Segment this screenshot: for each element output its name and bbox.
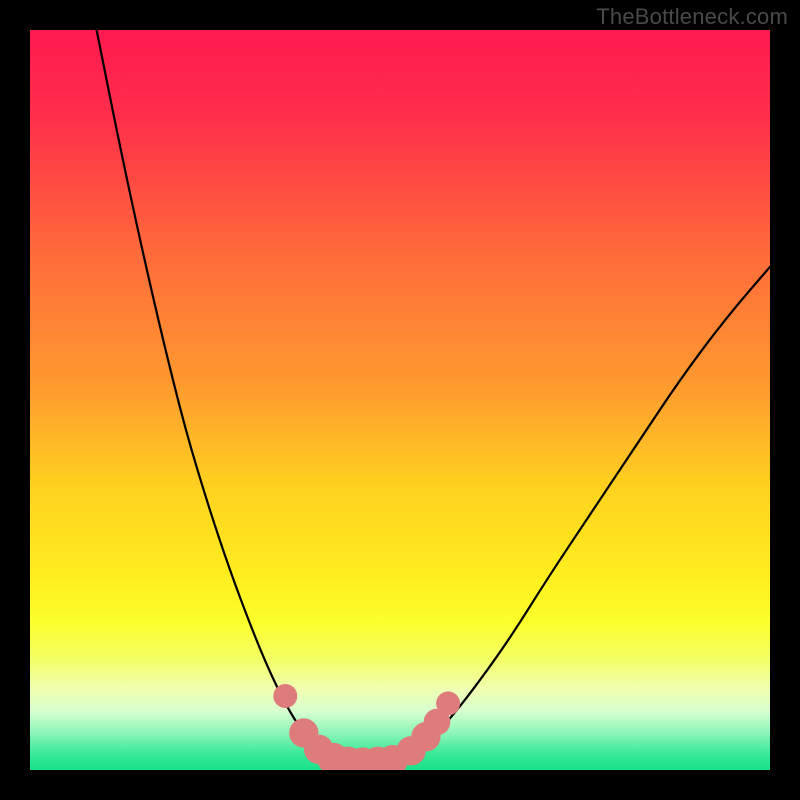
watermark-label: TheBottleneck.com xyxy=(596,4,788,30)
bottleneck-curve xyxy=(97,30,770,764)
curve-layer xyxy=(30,30,770,770)
marker-group xyxy=(273,684,460,770)
chart-frame: TheBottleneck.com xyxy=(0,0,800,800)
marker-point xyxy=(273,684,297,708)
plot-area xyxy=(30,30,770,770)
marker-point xyxy=(436,691,460,715)
